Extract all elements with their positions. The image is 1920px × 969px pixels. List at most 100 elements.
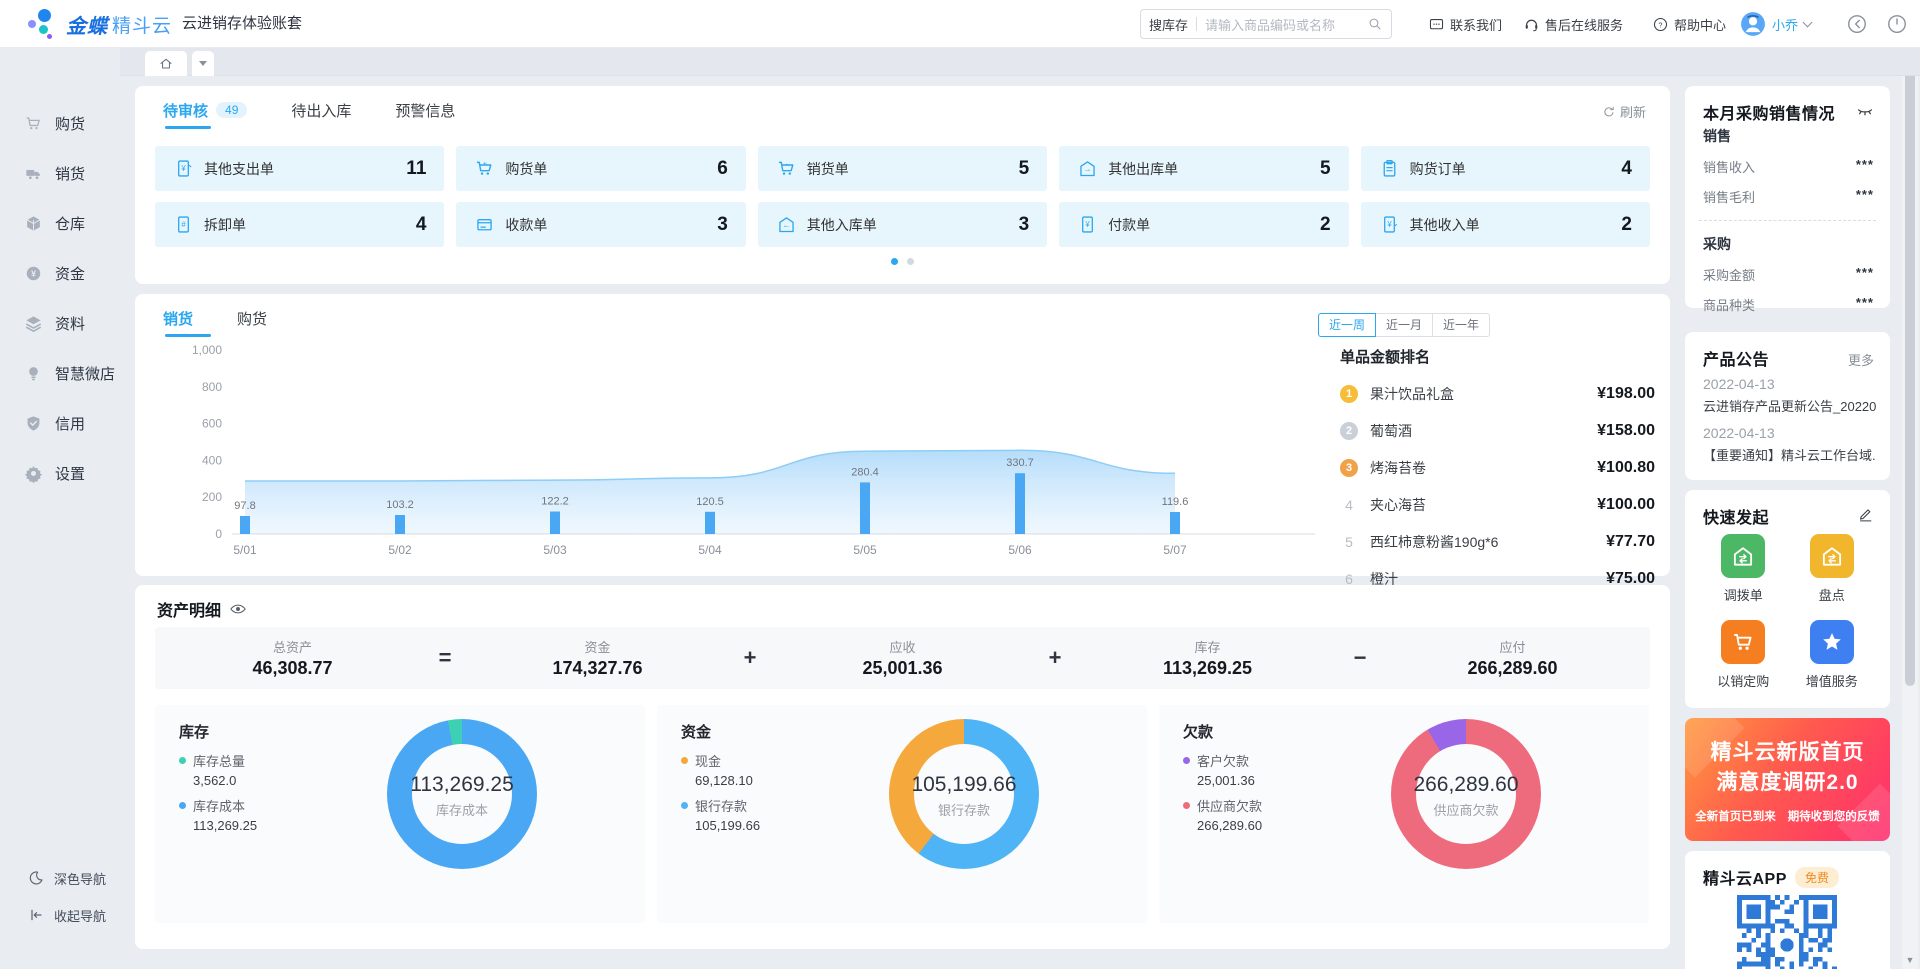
tab-dropdown[interactable] bbox=[192, 51, 214, 76]
back-button[interactable] bbox=[1845, 12, 1869, 36]
tab-warnings[interactable]: 预警信息 bbox=[395, 100, 455, 129]
announcements-title: 产品公告 bbox=[1703, 346, 1769, 370]
range-week[interactable]: 近一周 bbox=[1318, 313, 1376, 337]
free-badge: 免费 bbox=[1795, 867, 1839, 888]
scrollbar[interactable]: ▼ bbox=[1902, 48, 1918, 969]
doc-yen-in-icon: ¥ bbox=[1379, 214, 1400, 235]
contact-us-link[interactable]: 联系我们 bbox=[1428, 0, 1502, 48]
legend-item: 银行存款105,199.66 bbox=[681, 796, 760, 833]
announcement-1[interactable]: 2022-04-13【重要通知】精斗云工作台域... bbox=[1703, 425, 1876, 464]
monthly-title: 本月采购销售情况 bbox=[1703, 100, 1835, 124]
promo-banner[interactable]: 精斗云新版首页 满意度调研2.0 全新首页已到来期待收到您的反馈 bbox=[1685, 718, 1890, 841]
user-menu[interactable]: 小乔 bbox=[1740, 0, 1811, 48]
sidebar-item-1[interactable]: 销货 bbox=[0, 153, 120, 193]
svg-text:800: 800 bbox=[202, 380, 222, 394]
tab-purchase[interactable]: 购货 bbox=[237, 308, 267, 337]
tab-pending-approval[interactable]: 待审核49 bbox=[163, 100, 247, 129]
cart-white-icon bbox=[1730, 629, 1756, 655]
workspace-tabstrip bbox=[120, 48, 1920, 76]
brand-logo[interactable]: 金蝶 精斗云 bbox=[26, 8, 172, 40]
edit-pencil-icon bbox=[1857, 506, 1874, 523]
tab-sales[interactable]: 销货 bbox=[163, 308, 193, 337]
svg-text:400: 400 bbox=[202, 453, 222, 467]
range-switch: 近一周 近一月 近一年 bbox=[1319, 313, 1490, 337]
search-scope-selector[interactable]: 搜库存 bbox=[1149, 15, 1188, 34]
eye-closed-icon[interactable] bbox=[1856, 102, 1874, 120]
scroll-down-arrow[interactable]: ▼ bbox=[1902, 955, 1918, 965]
sidebar-item-6[interactable]: 信用 bbox=[0, 403, 120, 443]
todo-card-5[interactable]: #拆卸单4 bbox=[155, 202, 444, 247]
quick-action-0[interactable]: 调拨单 bbox=[1699, 534, 1788, 604]
todo-card-count: 3 bbox=[717, 214, 728, 236]
sidebar-item-3[interactable]: ¥资金 bbox=[0, 253, 120, 293]
cube-icon bbox=[24, 214, 43, 233]
todo-card-7[interactable]: ←其他入库单3 bbox=[758, 202, 1047, 247]
doc-yen-icon: ¥ bbox=[1077, 214, 1098, 235]
svg-text:¥: ¥ bbox=[1086, 220, 1091, 229]
sidebar-footer-1[interactable]: 收起导航 bbox=[0, 900, 140, 930]
donut-card-库存: 库存 库存总量3,562.0库存成本113,269.25 113,269.25库… bbox=[155, 705, 645, 923]
sidebar-footer-0[interactable]: 深色导航 bbox=[0, 863, 140, 893]
monthly-row: 商品种类*** bbox=[1703, 295, 1874, 314]
range-year[interactable]: 近一年 bbox=[1432, 313, 1490, 337]
sidebar-item-4[interactable]: 资料 bbox=[0, 303, 120, 343]
search-box[interactable]: 搜库存 请输入商品编码或名称 bbox=[1140, 9, 1392, 39]
sidebar-item-0[interactable]: 购货 bbox=[0, 103, 120, 143]
refresh-icon bbox=[1602, 105, 1616, 119]
todo-card-1[interactable]: +购货单6 bbox=[456, 146, 745, 191]
sidebar-item-2[interactable]: 仓库 bbox=[0, 203, 120, 243]
quick-action-1[interactable]: 盘点 bbox=[1788, 534, 1877, 604]
svg-text:280.4: 280.4 bbox=[851, 466, 879, 478]
eye-closed-icon bbox=[1856, 102, 1874, 120]
home-icon bbox=[158, 56, 174, 72]
todo-card-3[interactable]: →其他出库单5 bbox=[1059, 146, 1348, 191]
quick-title: 快速发起 bbox=[1703, 504, 1769, 528]
after-sales-link[interactable]: 售后在线服务 bbox=[1523, 0, 1623, 48]
power-icon bbox=[1886, 13, 1908, 35]
pager-dot[interactable] bbox=[907, 258, 914, 265]
medal-rank-1-icon: 1 bbox=[1340, 385, 1358, 403]
svg-text:119.6: 119.6 bbox=[1162, 496, 1189, 508]
todo-card-6[interactable]: 收款单3 bbox=[456, 202, 745, 247]
todo-card-2[interactable]: -销货单5 bbox=[758, 146, 1047, 191]
cart-minus-icon: - bbox=[776, 158, 797, 179]
todo-card-0[interactable]: ¥其他支出单11 bbox=[155, 146, 444, 191]
doc-hash-icon: # bbox=[173, 214, 194, 235]
todo-card-count: 5 bbox=[1019, 158, 1030, 180]
medal-rank-2-icon: 2 bbox=[1340, 422, 1358, 440]
todo-card-8[interactable]: ¥付款单2 bbox=[1059, 202, 1348, 247]
house-arrows-icon bbox=[1730, 543, 1756, 569]
announcement-0[interactable]: 2022-04-13云进销存产品更新公告_20220... bbox=[1703, 376, 1876, 415]
doc-yen-out-icon: ¥ bbox=[173, 158, 194, 179]
sidebar-item-5[interactable]: 智慧微店 bbox=[0, 353, 120, 393]
app-root: 金蝶 精斗云 云进销存体验账套 搜库存 请输入商品编码或名称 联系我们 售后在线… bbox=[0, 0, 1920, 969]
cards-pager bbox=[135, 258, 1670, 265]
quick-action-3[interactable]: 增值服务 bbox=[1788, 620, 1877, 690]
search-input[interactable]: 请输入商品编码或名称 bbox=[1205, 15, 1367, 34]
box-out-icon: → bbox=[1077, 158, 1098, 179]
pager-dot-active[interactable] bbox=[891, 258, 898, 265]
edit-pencil-icon[interactable] bbox=[1857, 506, 1874, 524]
eye-icon[interactable] bbox=[229, 600, 247, 618]
help-center-link[interactable]: ?帮助中心 bbox=[1652, 0, 1726, 48]
refresh-button[interactable]: 刷新 bbox=[1602, 102, 1646, 121]
logout-button[interactable] bbox=[1885, 12, 1909, 36]
range-month[interactable]: 近一月 bbox=[1375, 313, 1433, 337]
todo-card-count: 11 bbox=[406, 158, 426, 180]
svg-text:←: ← bbox=[782, 221, 790, 230]
home-tab[interactable] bbox=[145, 51, 187, 76]
todo-panel: 待审核49 待出入库 预警信息 刷新 ¥其他支出单11 +购货单6 -销货单5 →其他… bbox=[135, 86, 1670, 284]
tab-pending-inout[interactable]: 待出入库 bbox=[291, 100, 351, 129]
quick-action-2[interactable]: 以销定购 bbox=[1699, 620, 1788, 690]
todo-card-count: 6 bbox=[717, 158, 728, 180]
brand-name: 金蝶 bbox=[66, 10, 108, 39]
ranking-row-1: 2葡萄酒¥158.00 bbox=[1340, 421, 1655, 441]
svg-text:-: - bbox=[785, 159, 788, 168]
truck-icon bbox=[24, 164, 43, 183]
todo-card-9[interactable]: ¥其他收入单2 bbox=[1361, 202, 1650, 247]
sidebar-item-7[interactable]: 设置 bbox=[0, 453, 120, 493]
todo-card-4[interactable]: 购货订单4 bbox=[1361, 146, 1650, 191]
scrollbar-thumb[interactable] bbox=[1905, 56, 1915, 686]
divider bbox=[1196, 17, 1197, 31]
more-link[interactable]: 更多 bbox=[1848, 350, 1874, 369]
